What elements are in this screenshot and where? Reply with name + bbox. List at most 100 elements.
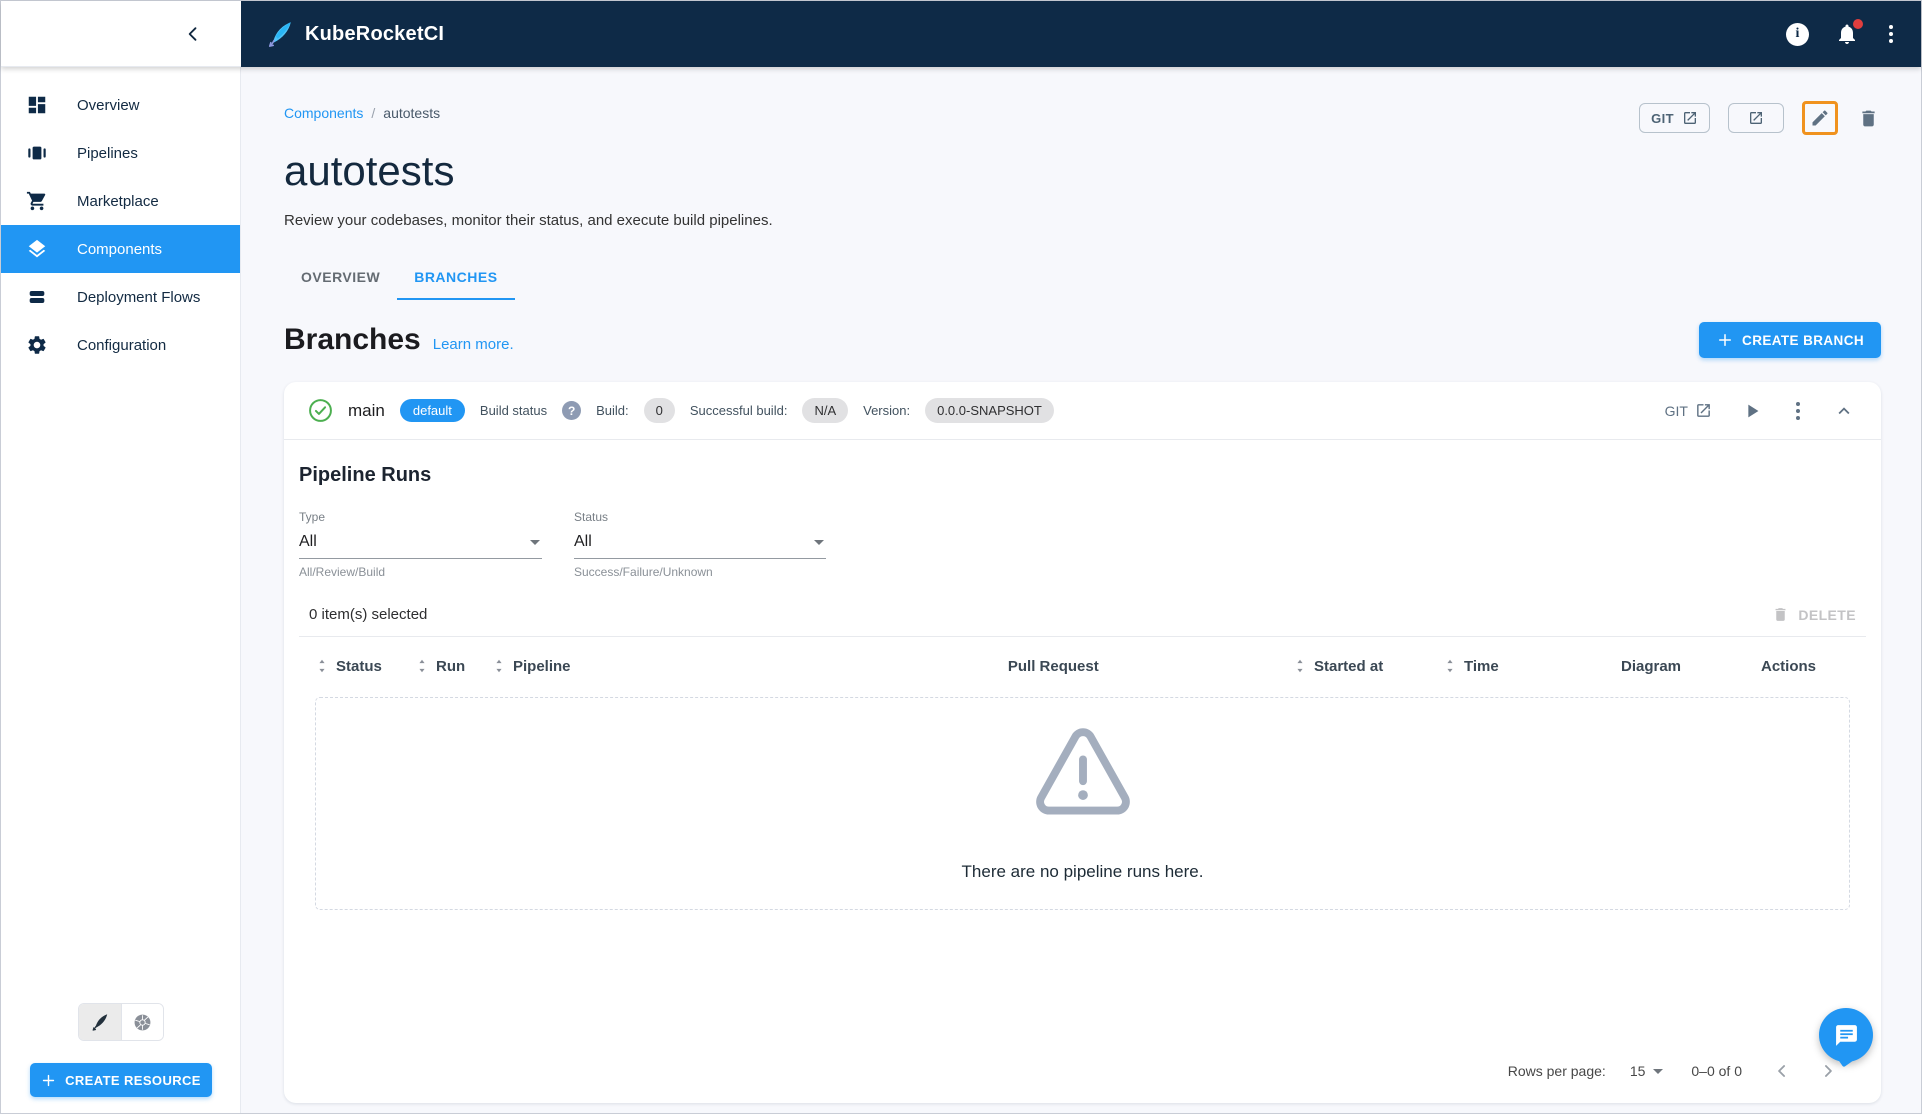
- create-branch-label: CREATE BRANCH: [1742, 333, 1864, 348]
- view-toggle-group: [78, 1003, 164, 1041]
- sidebar-item-configuration[interactable]: Configuration: [1, 321, 240, 369]
- notifications-button[interactable]: [1835, 22, 1859, 46]
- previous-page-button[interactable]: [1770, 1059, 1794, 1083]
- chevron-left-icon: [183, 24, 203, 44]
- status-filter-select[interactable]: All: [574, 527, 826, 559]
- pagination-range: 0–0 of 0: [1691, 1063, 1742, 1079]
- build-count-pill: 0: [644, 398, 675, 423]
- create-resource-button[interactable]: CREATE RESOURCE: [30, 1063, 212, 1097]
- external-link-icon: [1682, 110, 1698, 126]
- tab-bar: OVERVIEW BRANCHES: [284, 256, 1881, 300]
- breadcrumb-components-link[interactable]: Components: [284, 105, 363, 121]
- column-header-diagram: Diagram: [1621, 658, 1681, 675]
- column-header-actions: Actions: [1761, 658, 1816, 675]
- open-external-button[interactable]: [1728, 103, 1784, 133]
- next-page-button[interactable]: [1816, 1059, 1840, 1083]
- table-header-row: Status Run Pipeline Pull Request: [299, 637, 1866, 695]
- chevron-down-icon: [814, 540, 824, 545]
- trigger-build-button[interactable]: [1739, 398, 1765, 424]
- chevron-up-icon: [1833, 400, 1855, 422]
- sidebar-item-label: Components: [77, 241, 162, 258]
- chat-icon: [1834, 1023, 1859, 1048]
- sidebar-item-deployment-flows[interactable]: Deployment Flows: [1, 273, 240, 321]
- plus-icon: [1716, 331, 1734, 349]
- kubernetes-icon: [133, 1013, 152, 1032]
- brand: KubeRocketCI: [265, 19, 444, 49]
- create-branch-button[interactable]: CREATE BRANCH: [1699, 322, 1881, 358]
- sort-icon[interactable]: [492, 658, 506, 674]
- type-filter-select[interactable]: All: [299, 527, 542, 559]
- sort-icon[interactable]: [415, 658, 429, 674]
- rocket-logo-icon: [265, 19, 295, 49]
- type-filter-helper: All/Review/Build: [299, 565, 542, 579]
- sidebar-item-pipelines[interactable]: Pipelines: [1, 129, 240, 177]
- sidebar-collapse-button[interactable]: [177, 18, 209, 50]
- git-button-label: GIT: [1651, 111, 1674, 126]
- breadcrumb-current: autotests: [383, 105, 440, 121]
- successful-build-pill: N/A: [802, 398, 848, 423]
- delete-selected-button[interactable]: DELETE: [1772, 606, 1856, 623]
- type-filter: Type All All/Review/Build: [299, 510, 542, 579]
- rows-per-page-value: 15: [1630, 1063, 1646, 1079]
- tab-branches[interactable]: BRANCHES: [397, 256, 514, 300]
- branch-name: main: [348, 401, 385, 421]
- tab-overview[interactable]: OVERVIEW: [284, 256, 397, 300]
- type-filter-label: Type: [299, 510, 542, 524]
- empty-state-message: There are no pipeline runs here.: [962, 862, 1204, 882]
- learn-more-link[interactable]: Learn more.: [433, 336, 514, 353]
- rows-per-page-select[interactable]: 15: [1630, 1063, 1664, 1079]
- rocket-icon: [90, 1012, 110, 1032]
- sidebar-item-label: Overview: [77, 97, 140, 114]
- branch-git-link[interactable]: GIT: [1665, 402, 1712, 419]
- branch-details: Pipeline Runs Type All All/Review/Build …: [284, 440, 1881, 1103]
- status-filter-label: Status: [574, 510, 826, 524]
- app-menu-button[interactable]: [1885, 21, 1897, 47]
- sidebar-item-overview[interactable]: Overview: [1, 81, 240, 129]
- open-git-button[interactable]: GIT: [1639, 103, 1710, 133]
- delete-button-label: DELETE: [1798, 607, 1856, 623]
- sort-icon[interactable]: [1443, 658, 1457, 674]
- pencil-icon: [1810, 108, 1830, 128]
- stacked-bars-icon: [25, 285, 49, 309]
- notification-badge: [1853, 19, 1863, 29]
- column-header-run[interactable]: Run: [436, 658, 465, 675]
- column-header-started-at[interactable]: Started at: [1314, 658, 1383, 675]
- info-icon[interactable]: i: [1786, 23, 1809, 46]
- breadcrumb: Components / autotests: [284, 101, 440, 121]
- sidebar-item-marketplace[interactable]: Marketplace: [1, 177, 240, 225]
- sidebar-item-label: Configuration: [77, 337, 166, 354]
- kubernetes-view-toggle[interactable]: [121, 1004, 163, 1040]
- dashboard-icon: [25, 93, 49, 117]
- branch-accordion-header[interactable]: main default Build status ? Build: 0 Suc…: [284, 382, 1881, 440]
- sidebar-item-label: Marketplace: [77, 193, 159, 210]
- help-icon[interactable]: ?: [562, 401, 581, 420]
- external-link-icon: [1748, 110, 1764, 126]
- breadcrumb-separator: /: [371, 105, 375, 121]
- sidebar-item-label: Deployment Flows: [77, 289, 200, 306]
- plus-icon: [40, 1072, 57, 1089]
- branches-section-title: Branches: [284, 323, 421, 357]
- collapse-branch-button[interactable]: [1831, 398, 1857, 424]
- branch-menu-button[interactable]: [1792, 398, 1804, 424]
- chat-fab-button[interactable]: [1819, 1008, 1873, 1062]
- sort-icon[interactable]: [1293, 658, 1307, 674]
- external-link-icon: [1695, 402, 1712, 419]
- column-header-pipeline[interactable]: Pipeline: [513, 658, 571, 675]
- column-header-status[interactable]: Status: [336, 658, 382, 675]
- sort-icon[interactable]: [315, 658, 329, 674]
- app-window: KubeRocketCI i Overview Pipelines: [0, 0, 1922, 1114]
- build-label: Build:: [596, 403, 629, 418]
- sidebar-header: [1, 1, 241, 67]
- build-status-label: Build status: [480, 403, 547, 418]
- branch-card: main default Build status ? Build: 0 Suc…: [284, 382, 1881, 1103]
- status-filter-value: All: [574, 533, 592, 551]
- kuberocketci-view-toggle[interactable]: [79, 1004, 121, 1040]
- column-header-time[interactable]: Time: [1464, 658, 1499, 675]
- status-filter-helper: Success/Failure/Unknown: [574, 565, 826, 579]
- edit-component-button[interactable]: [1802, 101, 1838, 135]
- sidebar-item-components[interactable]: Components: [1, 225, 240, 273]
- column-header-pull-request[interactable]: Pull Request: [1008, 658, 1099, 675]
- chevron-right-icon: [1818, 1061, 1838, 1081]
- trash-icon: [1772, 606, 1789, 623]
- delete-component-button[interactable]: [1856, 106, 1881, 131]
